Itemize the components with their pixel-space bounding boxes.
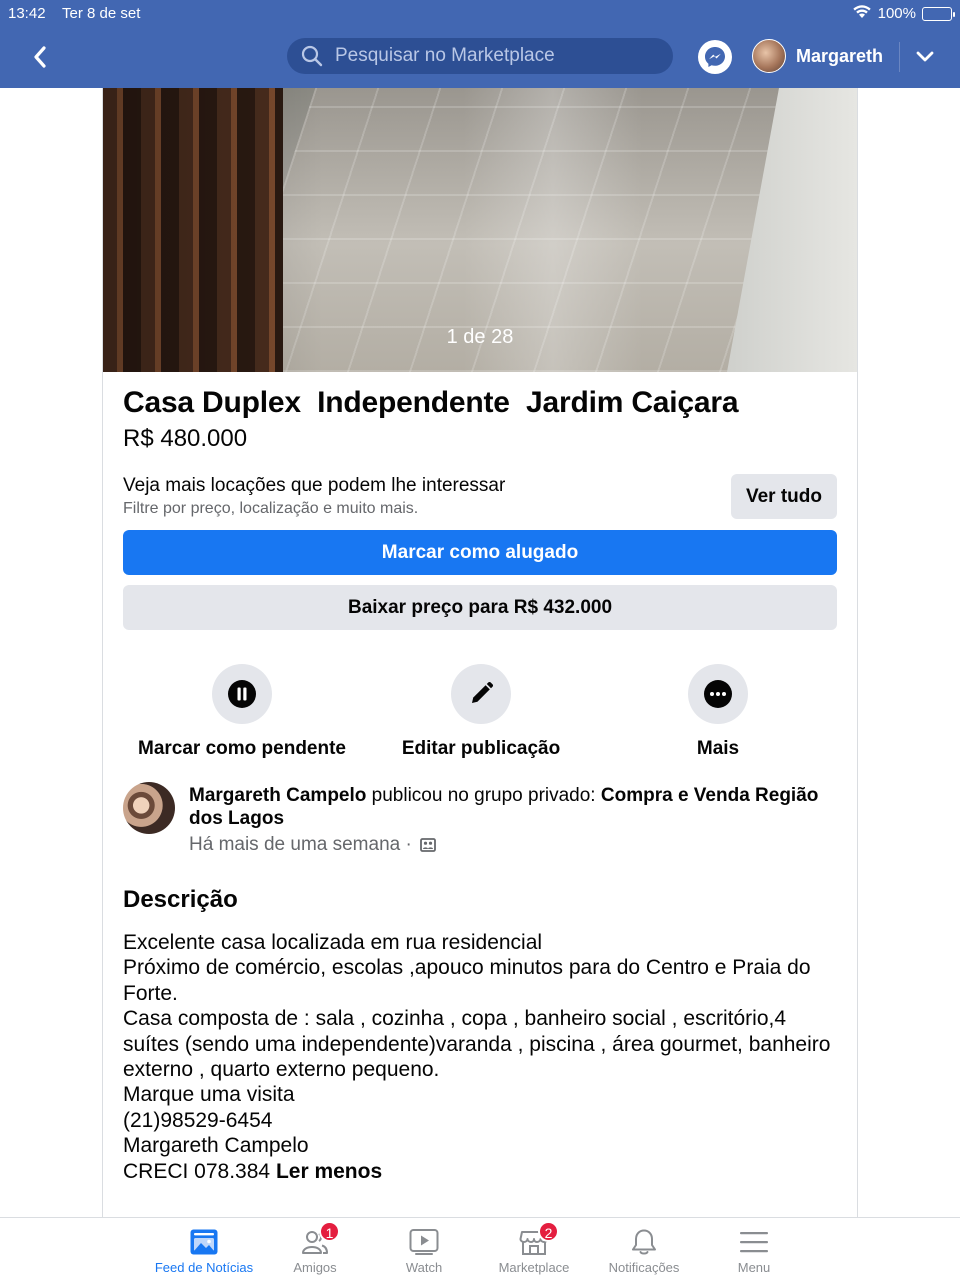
description-line: Próximo de comércio, escolas ,apouco min… xyxy=(123,956,811,1005)
tab-friends[interactable]: 1 Amigos xyxy=(260,1221,370,1275)
tab-label: Notificações xyxy=(608,1260,680,1275)
tab-label: Marketplace xyxy=(498,1260,570,1275)
status-bar: 13:42 Ter 8 de set 100% xyxy=(0,0,960,26)
account-menu-button[interactable] xyxy=(912,44,938,70)
edit-post-label: Editar publicação xyxy=(401,738,561,759)
tab-news-feed[interactable]: Feed de Notícias xyxy=(149,1226,259,1275)
nav-divider xyxy=(899,42,900,72)
mark-pending-action[interactable]: Marcar como pendente xyxy=(122,664,362,760)
top-header: 13:42 Ter 8 de set 100% Margareth xyxy=(0,0,960,88)
promo-subtitle: Filtre por preço, localização e muito ma… xyxy=(123,500,419,517)
back-button[interactable] xyxy=(22,40,58,74)
tab-label: Amigos xyxy=(293,1260,337,1275)
menu-icon xyxy=(738,1226,770,1258)
poster-action-text: publicou no grupo privado: xyxy=(366,785,601,806)
edit-post-action[interactable]: Editar publicação xyxy=(361,664,601,760)
tab-marketplace[interactable]: 2 Marketplace xyxy=(479,1221,589,1275)
friends-badge: 1 xyxy=(319,1221,340,1242)
description-heading: Descrição xyxy=(123,886,238,913)
group-icon xyxy=(419,838,436,852)
messenger-button[interactable] xyxy=(698,40,732,74)
description-line: (21)98529-6454 xyxy=(123,1108,273,1132)
tab-notifications[interactable]: Notificações xyxy=(589,1226,699,1275)
tab-menu[interactable]: Menu xyxy=(699,1226,809,1275)
back-icon xyxy=(34,46,46,68)
marketplace-icon: 2 xyxy=(518,1221,559,1258)
post-time: Há mais de uma semana · xyxy=(189,834,412,855)
avatar xyxy=(752,39,786,73)
listing-title: Casa Duplex Independente Jardim Caiçara xyxy=(123,386,739,419)
status-right: 100% xyxy=(852,4,955,23)
marketplace-badge: 2 xyxy=(538,1221,559,1242)
watch-icon xyxy=(408,1226,440,1258)
bell-icon xyxy=(628,1226,660,1258)
lower-price-button[interactable]: Baixar preço para R$ 432.000 xyxy=(123,585,837,630)
chevron-down-icon xyxy=(916,51,934,62)
more-icon xyxy=(704,680,732,708)
status-date: Ter 8 de set xyxy=(62,5,141,22)
news-feed-icon xyxy=(188,1226,220,1258)
bottom-tab-bar: Feed de Notícias 1 Amigos Watch 2 Market… xyxy=(0,1217,960,1280)
poster-name[interactable]: Margareth Campelo xyxy=(189,785,366,806)
search-input[interactable] xyxy=(335,45,655,67)
more-label: Mais xyxy=(696,738,740,759)
search-icon xyxy=(301,45,323,67)
pause-icon xyxy=(228,680,256,708)
more-action[interactable]: Mais xyxy=(598,664,838,760)
poster-meta: Há mais de uma semana · xyxy=(189,834,436,856)
battery-percent: 100% xyxy=(877,5,916,22)
pause-button[interactable] xyxy=(212,664,272,724)
poster-line: Margareth Campelo publicou no grupo priv… xyxy=(189,784,839,830)
friends-icon: 1 xyxy=(299,1221,340,1258)
read-less-link[interactable]: Ler menos xyxy=(276,1160,382,1183)
listing-photo[interactable]: 1 de 28 xyxy=(103,88,857,372)
poster-avatar[interactable] xyxy=(123,782,175,834)
tab-label: Watch xyxy=(405,1260,443,1275)
status-time: 13:42 xyxy=(8,5,46,22)
description-last-line: CRECI 078.384 Ler menos xyxy=(123,1159,837,1184)
mark-rented-button[interactable]: Marcar como alugado xyxy=(123,530,837,575)
edit-button[interactable] xyxy=(451,664,511,724)
description-line: Excelente casa localizada em rua residen… xyxy=(123,931,543,954)
description-line: Marque uma visita xyxy=(123,1083,295,1107)
listing-price: R$ 480.000 xyxy=(123,425,248,452)
profile-name: Margareth xyxy=(796,45,884,66)
photo-counter: 1 de 28 xyxy=(446,326,514,348)
messenger-icon xyxy=(705,47,725,67)
listing-card: 1 de 28 Casa Duplex Independente Jardim … xyxy=(102,88,858,1218)
mark-pending-label: Marcar como pendente xyxy=(138,738,346,759)
wifi-icon xyxy=(852,4,872,23)
tab-label: Feed de Notícias xyxy=(154,1260,254,1275)
more-button[interactable] xyxy=(688,664,748,724)
profile-button[interactable]: Margareth xyxy=(752,39,883,73)
description-line: Casa composta de : sala , cozinha , copa… xyxy=(123,1007,831,1082)
description-line: Margareth Campelo xyxy=(123,1134,309,1158)
search-box[interactable] xyxy=(287,38,673,74)
tab-watch[interactable]: Watch xyxy=(369,1226,479,1275)
see-all-button[interactable]: Ver tudo xyxy=(731,474,837,519)
battery-icon xyxy=(922,6,955,21)
description-line: CRECI 078.384 xyxy=(123,1159,271,1183)
tab-label: Menu xyxy=(737,1260,771,1275)
nav-bar: Margareth xyxy=(0,26,960,88)
promo-title: Veja mais locações que podem lhe interes… xyxy=(123,475,506,496)
description-text: Excelente casa localizada em rua residen… xyxy=(123,930,837,1184)
pencil-icon xyxy=(472,681,494,703)
